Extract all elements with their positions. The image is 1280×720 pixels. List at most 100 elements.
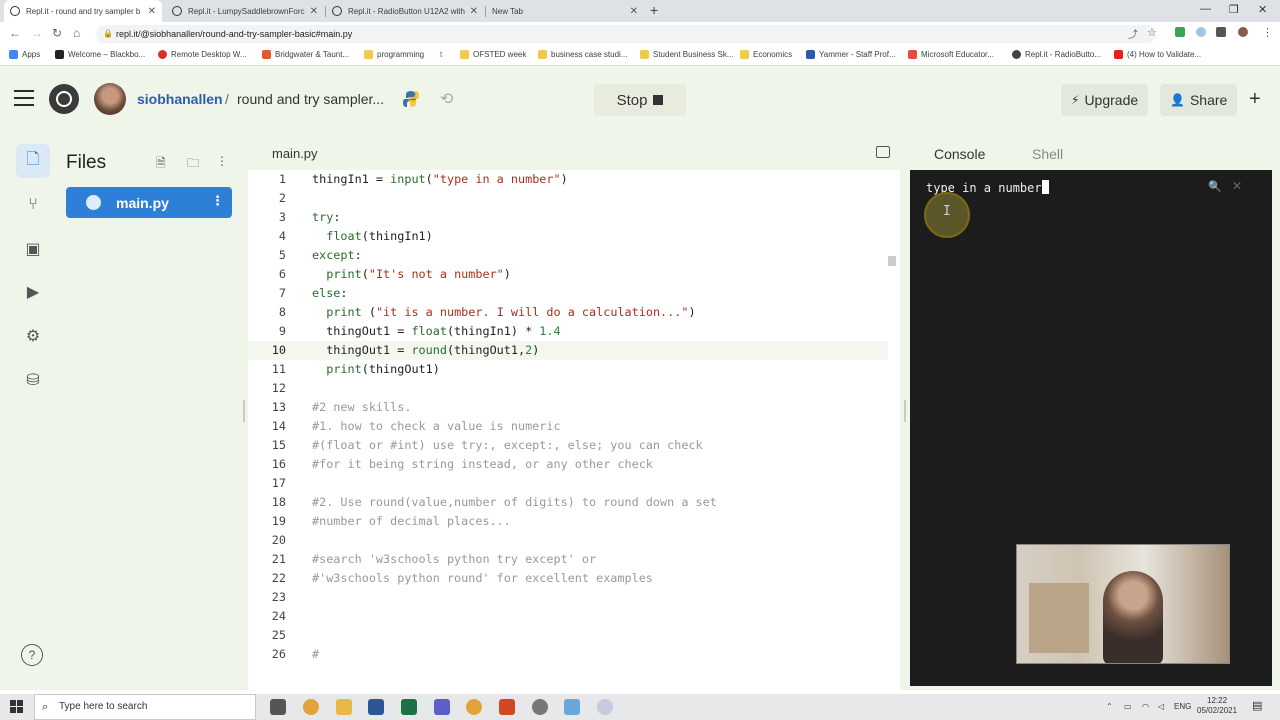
powerpoint-icon[interactable] — [499, 699, 515, 715]
files-icon[interactable]: 🗋 — [16, 144, 50, 178]
home-icon[interactable]: ⌂ — [73, 26, 80, 40]
add-plus-icon[interactable]: + — [1249, 88, 1261, 111]
code-line[interactable]: 1 thingIn1 = input("type in a number") — [248, 170, 888, 189]
code-line[interactable]: 25 — [248, 626, 888, 645]
code-line[interactable]: 3 try: — [248, 208, 888, 227]
bookmark-item[interactable]: Microsoft Educator... — [908, 50, 994, 59]
history-icon[interactable]: ⟲ — [440, 89, 453, 109]
volume-icon[interactable]: ◁ — [1158, 702, 1164, 711]
username-link[interactable]: siobhanallen — [137, 91, 223, 107]
language-indicator[interactable]: ENG — [1174, 702, 1191, 711]
line-source[interactable]: try: — [312, 208, 340, 227]
browser-tab[interactable]: Repl.it - LumpySaddlebrownForc ✕ — [166, 0, 324, 22]
notifications-icon[interactable]: ▤ — [1252, 699, 1262, 712]
restore-icon[interactable]: ❐ — [1229, 3, 1239, 16]
share-page-icon[interactable]: ⤴ — [1128, 26, 1138, 41]
line-source[interactable]: #number of decimal places... — [312, 512, 511, 531]
hamburger-menu-icon[interactable] — [14, 90, 34, 111]
bookmark-folder[interactable]: programming — [364, 50, 424, 59]
code-line[interactable]: 19 #number of decimal places... — [248, 512, 888, 531]
wifi-icon[interactable]: ◠ — [1142, 702, 1149, 711]
battery-icon[interactable]: ▭ — [1124, 702, 1132, 711]
task-view-icon[interactable] — [270, 699, 286, 715]
code-editor[interactable]: main.py 1 thingIn1 = input("type in a num… — [248, 132, 900, 690]
code-line[interactable]: 23 — [248, 588, 888, 607]
line-source[interactable]: #'w3schools python round' for excellent … — [312, 569, 653, 588]
bookmark-apps[interactable]: Apps — [9, 50, 40, 59]
line-source[interactable]: #for it being string instead, or any oth… — [312, 455, 653, 474]
bookmark-item[interactable]: Repl.it - RadioButto... — [1012, 50, 1101, 59]
database-icon[interactable]: ⛁ — [22, 369, 44, 391]
taskbar-search-input[interactable]: ⌕ Type here to search — [34, 694, 256, 720]
line-source[interactable]: float(thingIn1) — [312, 227, 433, 246]
bookmark-item[interactable]: Welcome – Blackbo... — [55, 50, 145, 59]
bookmark-item[interactable]: Bridgwater & Taunt... — [262, 50, 349, 59]
code-line[interactable]: 11 print(thingOut1) — [248, 360, 888, 379]
settings-gear-icon[interactable]: ⚙ — [22, 325, 44, 347]
file-item-main-py[interactable]: main.py ⋮ — [66, 187, 232, 218]
file-menu-icon[interactable]: ⋮ — [211, 193, 224, 209]
file-explorer-icon[interactable] — [336, 699, 352, 715]
version-control-icon[interactable]: ⑂ — [22, 194, 44, 216]
code-line[interactable]: 26 # — [248, 645, 888, 664]
chrome-active-icon[interactable] — [466, 699, 482, 715]
browser-tab[interactable]: Repl.it - RadioButton U12A2 with ✕ — [326, 0, 484, 22]
bookmark-item[interactable]: t — [440, 50, 442, 59]
console-clear-icon[interactable]: ✕ — [1232, 179, 1242, 193]
bookmark-star-icon[interactable]: ☆ — [1147, 26, 1157, 39]
code-line[interactable]: 18 #2. Use round(value,number of digits) … — [248, 493, 888, 512]
tray-chevron-icon[interactable]: ⌃ — [1106, 702, 1113, 711]
browser-tab[interactable]: New Tab ✕ — [486, 0, 644, 22]
packages-cube-icon[interactable]: ▣ — [22, 238, 44, 260]
bookmark-folder[interactable]: Student Business Sk... — [640, 50, 734, 59]
line-source[interactable]: #(float or #int) use try:, except:, else… — [312, 436, 703, 455]
debugger-icon[interactable]: ▶ — [22, 281, 44, 303]
tab-shell[interactable]: Shell — [1032, 146, 1063, 162]
windows-start-icon[interactable] — [10, 700, 23, 713]
line-source[interactable]: else: — [312, 284, 348, 303]
extension-icon[interactable] — [1175, 27, 1185, 37]
panel-resize-handle[interactable] — [904, 400, 906, 422]
code-line[interactable]: 7 else: — [248, 284, 888, 303]
editor-tab-main-py[interactable]: main.py — [272, 146, 318, 161]
bookmark-folder[interactable]: business case studi... — [538, 50, 627, 59]
code-line[interactable]: 8 print ("it is a number. I will do a ca… — [248, 303, 888, 322]
code-line[interactable]: 13 #2 new skills. — [248, 398, 888, 417]
app-icon[interactable] — [597, 699, 613, 715]
scrollbar-marker[interactable] — [888, 256, 896, 266]
extension-icon[interactable] — [1196, 27, 1206, 37]
line-source[interactable]: thingIn1 = input("type in a number") — [312, 170, 568, 189]
extensions-puzzle-icon[interactable] — [1216, 27, 1226, 37]
code-line[interactable]: 6 print("It's not a number") — [248, 265, 888, 284]
code-line[interactable]: 12 — [248, 379, 888, 398]
settings-gear-icon[interactable] — [532, 699, 548, 715]
avatar[interactable] — [94, 83, 126, 115]
code-line[interactable]: 4 float(thingIn1) — [248, 227, 888, 246]
repl-title[interactable]: round and try sampler... — [237, 91, 384, 107]
minimize-icon[interactable]: — — [1200, 3, 1211, 15]
code-line[interactable]: 16 #for it being string instead, or any o… — [248, 455, 888, 474]
excel-icon[interactable] — [401, 699, 417, 715]
browser-tab-active[interactable]: Repl.it - round and try sampler b ✕ — [4, 0, 162, 22]
back-arrow-icon[interactable]: ← — [9, 26, 21, 40]
code-line[interactable]: 9 thingOut1 = float(thingIn1) * 1.4 — [248, 322, 888, 341]
code-area[interactable]: 1 thingIn1 = input("type in a number") 2 3 t… — [248, 170, 888, 690]
bookmark-item[interactable]: (4) How to Validate... — [1114, 50, 1201, 59]
code-line[interactable]: 24 — [248, 607, 888, 626]
console-output[interactable]: type in a number 🔍 ✕ I — [910, 170, 1272, 686]
close-tab-icon[interactable]: ✕ — [148, 6, 156, 17]
close-tab-icon[interactable]: ✕ — [310, 6, 318, 17]
line-source[interactable]: except: — [312, 246, 362, 265]
chrome-icon[interactable] — [303, 699, 319, 715]
stop-button[interactable]: Stop — [594, 84, 686, 116]
upgrade-button[interactable]: ⚡ Upgrade — [1061, 84, 1149, 116]
snipping-tool-icon[interactable] — [564, 699, 580, 715]
line-source[interactable]: thingOut1 = float(thingIn1) * 1.4 — [312, 322, 560, 341]
new-folder-icon[interactable]: 🗀 — [187, 154, 199, 175]
help-icon[interactable]: ? — [21, 644, 43, 666]
code-line[interactable]: 5 except: — [248, 246, 888, 265]
line-source[interactable]: #search 'w3schools python try except' or — [312, 550, 596, 569]
reload-icon[interactable]: ↻ — [52, 26, 62, 40]
new-file-icon[interactable]: 🗎 — [156, 154, 166, 175]
console-search-icon[interactable]: 🔍 — [1208, 180, 1222, 193]
